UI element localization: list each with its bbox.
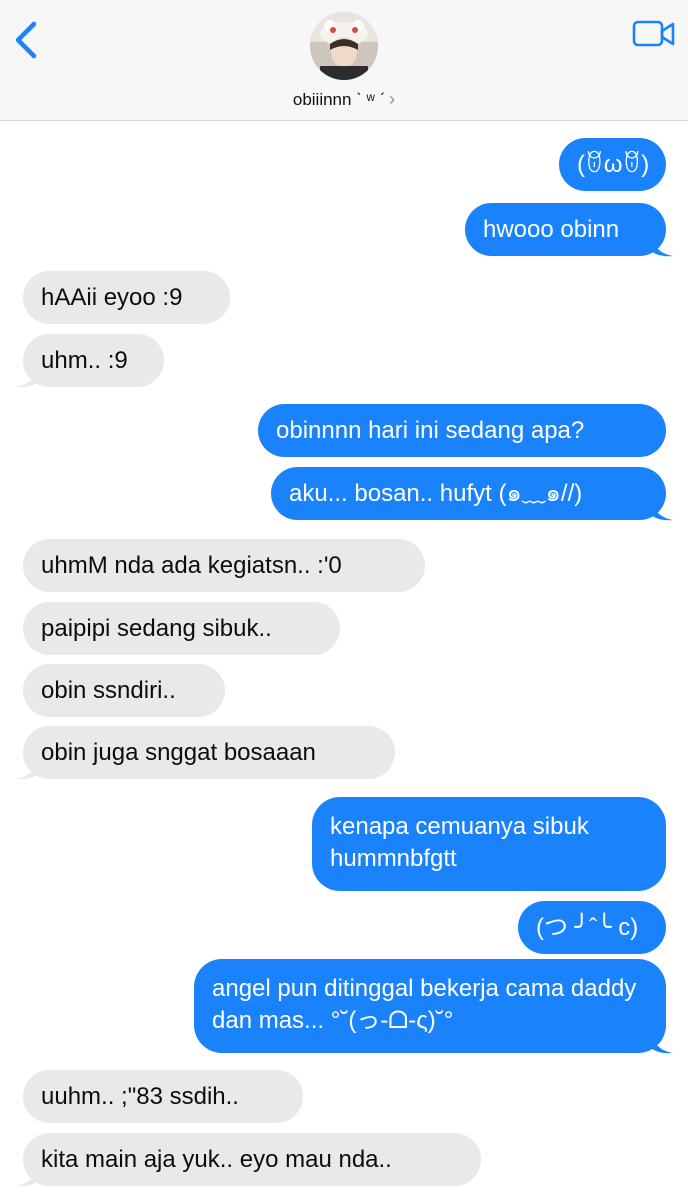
avatar[interactable] — [310, 12, 378, 80]
message-bubble-sent[interactable]: hwooo obinn — [465, 203, 673, 257]
message-text: obinnnn hari ini sedang apa? — [276, 417, 585, 444]
message-text: (ꆤωꆤ) — [577, 151, 650, 178]
back-button[interactable] — [10, 18, 44, 62]
message-bubble-received[interactable]: obin ssndiri.. — [23, 664, 225, 717]
message-bubble-received[interactable]: obin juga snggat bosaaan — [16, 726, 395, 780]
message-bubble-sent[interactable]: kenapa cemuanya sibuk hummnbfgtt — [312, 797, 666, 891]
bubble-tail — [16, 366, 38, 388]
message-bubble-received[interactable]: paipipi sedang sibuk.. — [23, 602, 340, 655]
message-text: aku... bosan.. hufyt (๑﹏๑//) — [289, 480, 583, 507]
message-text: angel pun ditinggal bekerja cama daddy d… — [212, 975, 637, 1034]
message-text: obin ssndiri.. — [41, 677, 176, 704]
message-text: hAAii eyoo :9 — [41, 284, 183, 311]
bubble-tail — [651, 235, 673, 257]
message-text: kenapa cemuanya sibuk hummnbfgtt — [330, 813, 589, 872]
bubble-tail — [651, 1032, 673, 1054]
chevron-right-icon: › — [389, 89, 396, 109]
message-bubble-sent[interactable]: aku... bosan.. hufyt (๑﹏๑//) — [271, 467, 673, 521]
contact-name-button[interactable]: obiiinnn ˋ ʷ ˊ › — [0, 89, 688, 110]
message-bubble-sent[interactable]: obinnnn hari ini sedang apa? — [258, 404, 666, 457]
message-bubble-sent[interactable]: (つ ╯ˆ╰ c) — [518, 901, 666, 954]
message-bubble-received[interactable]: kita main aja yuk.. eyo mau nda.. — [16, 1133, 481, 1187]
message-text: uuhm.. ;"83 ssdih.. — [41, 1083, 239, 1110]
message-text: uhm.. :9 — [41, 347, 128, 374]
message-bubble-received[interactable]: hAAii eyoo :9 — [23, 271, 230, 324]
message-bubble-sent[interactable]: angel pun ditinggal bekerja cama daddy d… — [194, 959, 673, 1054]
message-bubble-received[interactable]: uuhm.. ;"83 ssdih.. — [23, 1070, 303, 1123]
chat-header: obiiinnn ˋ ʷ ˊ › — [0, 0, 688, 121]
message-bubble-received[interactable]: uhm.. :9 — [16, 334, 164, 388]
message-bubble-received[interactable]: uhmM nda ada kegiatsn.. :'0 — [23, 539, 425, 592]
message-list[interactable]: (ꆤωꆤ) hwooo obinn hAAii eyoo :9 uhm.. :9… — [0, 121, 688, 1200]
message-text: hwooo obinn — [483, 216, 620, 243]
message-text: uhmM nda ada kegiatsn.. :'0 — [41, 552, 342, 579]
message-bubble-sent[interactable]: (ꆤωꆤ) — [559, 138, 666, 191]
contact-name: obiiinnn ˋ ʷ ˊ — [292, 90, 386, 109]
bubble-tail — [651, 499, 673, 521]
chevron-left-icon — [15, 21, 37, 59]
message-text: (つ ╯ˆ╰ c) — [536, 914, 639, 941]
message-text: obin juga snggat bosaaan — [41, 739, 316, 766]
message-text: paipipi sedang sibuk.. — [41, 615, 272, 642]
facetime-video-button[interactable] — [632, 18, 676, 50]
avatar-photo — [310, 12, 378, 80]
chat-screen: obiiinnn ˋ ʷ ˊ › (ꆤωꆤ) hwooo obinn hAAii … — [0, 0, 688, 1200]
bubble-tail — [16, 1165, 38, 1187]
video-camera-icon — [632, 20, 675, 47]
bubble-tail — [16, 758, 38, 780]
message-text: kita main aja yuk.. eyo mau nda.. — [41, 1146, 392, 1173]
